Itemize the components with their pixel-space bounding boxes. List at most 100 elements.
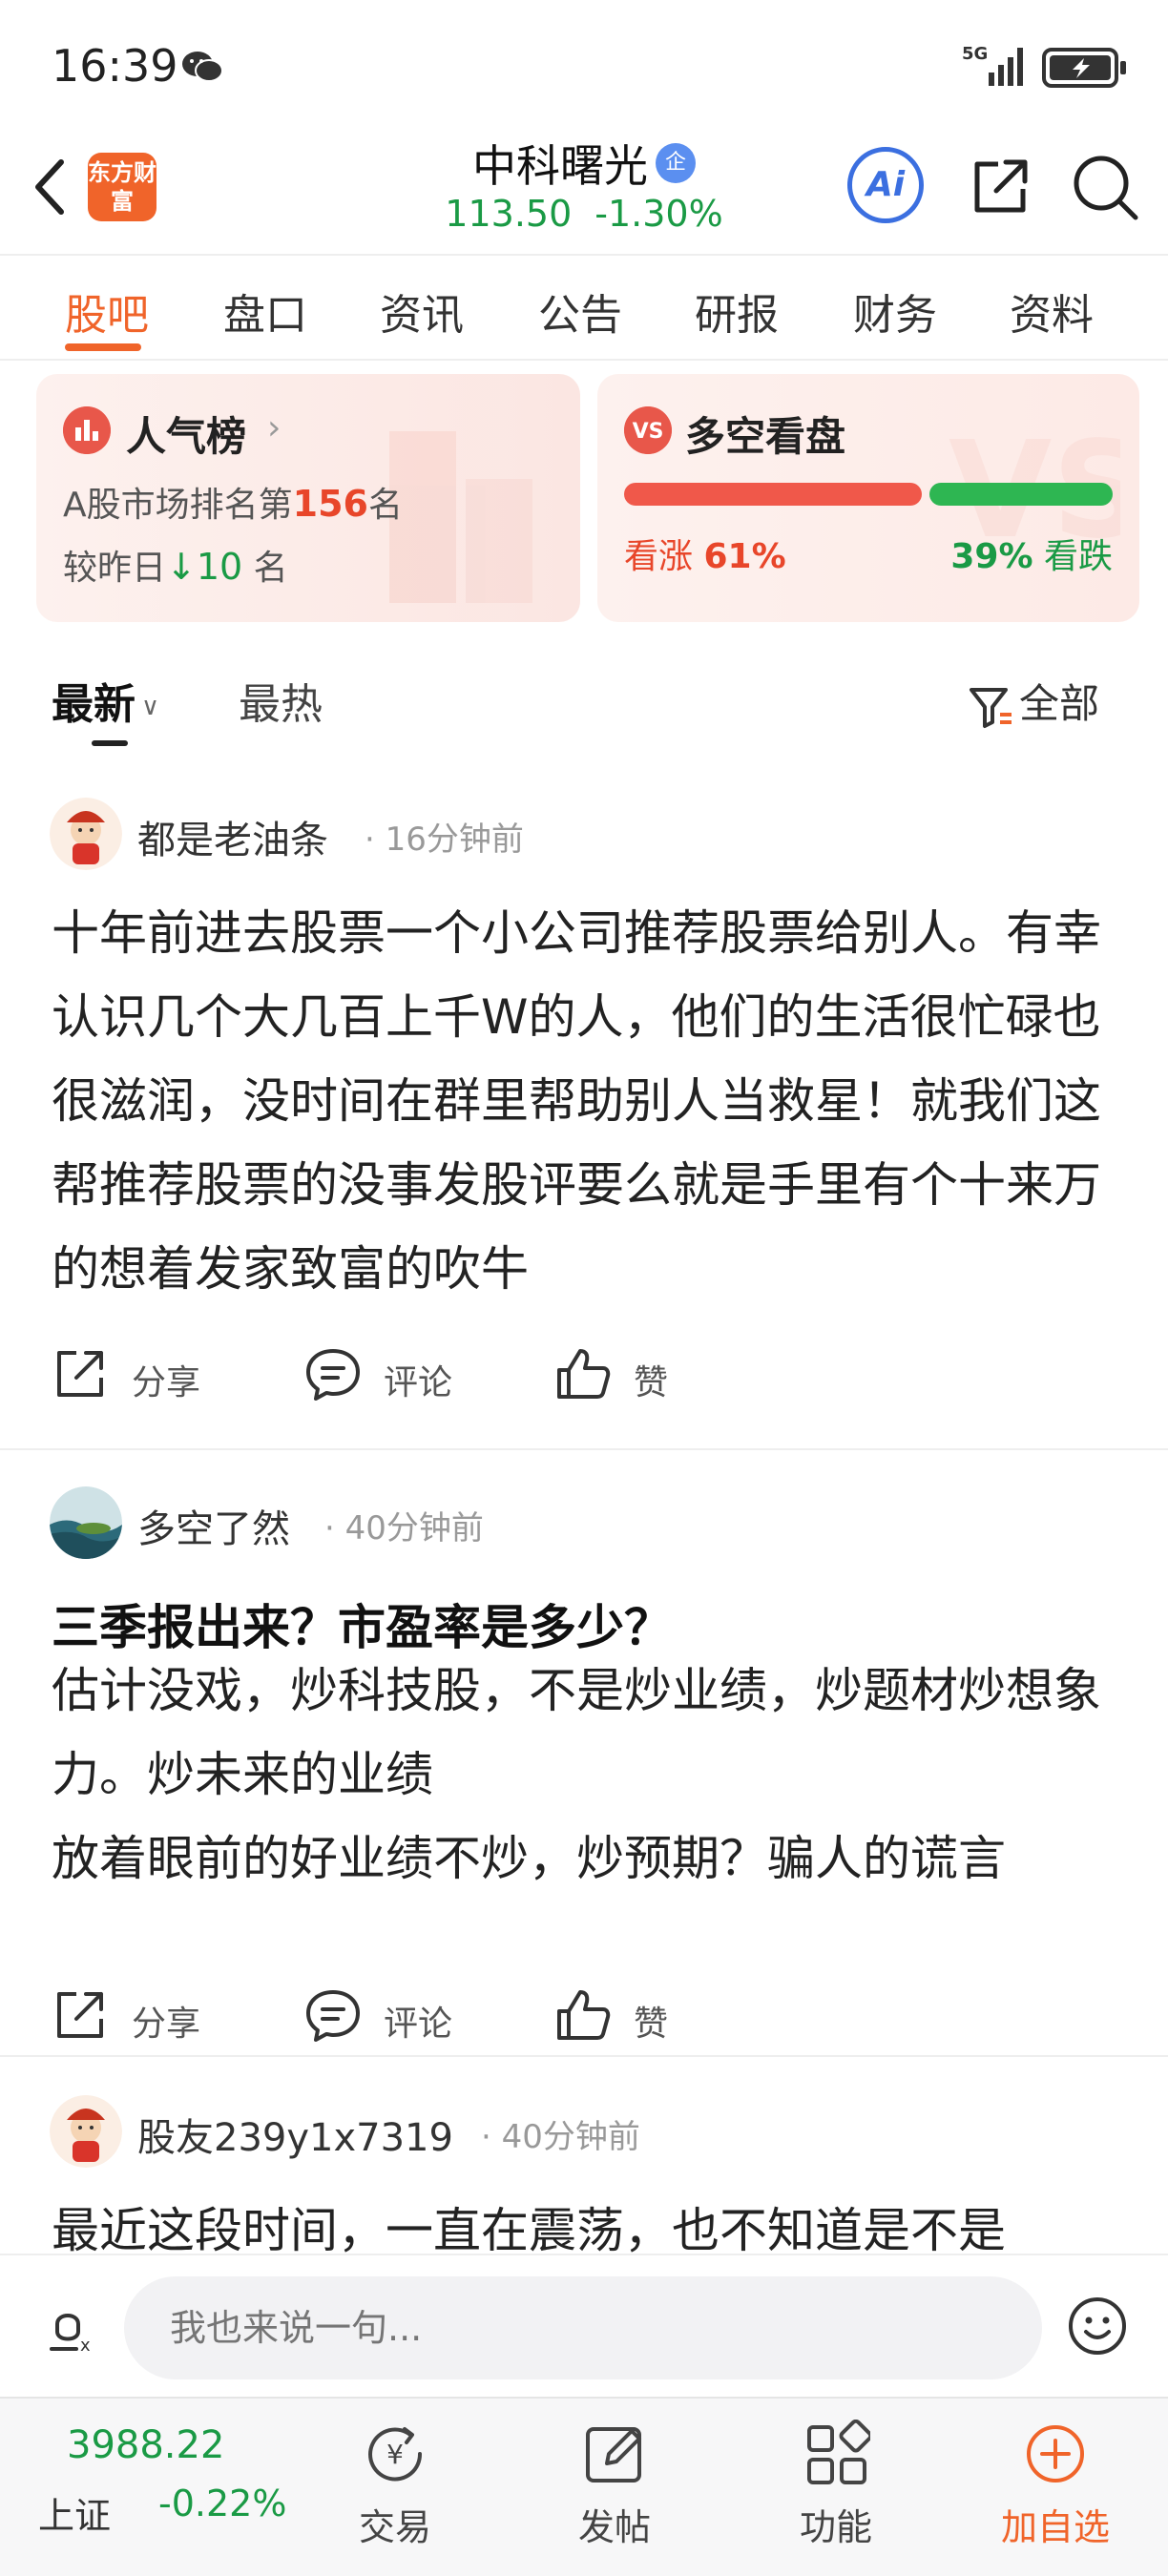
like-label: 赞 bbox=[634, 1363, 669, 1402]
chevron-right-icon: › bbox=[267, 408, 282, 447]
popularity-chart-icon bbox=[63, 406, 111, 454]
bottom-bar: 3988.22 上证 -0.22% ¥ 交易 发帖 功能 加自选 bbox=[0, 2397, 1168, 2576]
svg-text:¥: ¥ bbox=[386, 2439, 404, 2470]
nav-functions[interactable]: 功能 bbox=[769, 2420, 903, 2563]
app-header: 东方财富 中科曙光企 113.50 -1.30% Ai bbox=[0, 124, 1168, 254]
comment-icon bbox=[306, 1990, 360, 2042]
signal-icon bbox=[989, 48, 1023, 86]
comment-label: 评论 bbox=[384, 1363, 453, 1402]
nav-add-watchlist-label: 加自选 bbox=[1000, 2506, 1110, 2548]
sort-hot-button[interactable]: 最热 bbox=[239, 670, 323, 731]
author-name[interactable]: 多空了然 bbox=[137, 1498, 290, 1553]
like-label: 赞 bbox=[634, 2005, 669, 2044]
nav-add-watchlist[interactable]: 加自选 bbox=[989, 2420, 1122, 2563]
popularity-card[interactable]: 人气榜 › A股市场排名第156名 较昨日↓10 名 bbox=[36, 374, 580, 622]
index-value[interactable]: 3988.22 bbox=[67, 2423, 224, 2467]
rank-change: 较昨日↓10 名 bbox=[63, 540, 288, 590]
sort-latest-label: 最新 bbox=[52, 680, 136, 729]
nav-functions-label: 功能 bbox=[799, 2506, 872, 2548]
sort-indicator bbox=[92, 740, 128, 746]
nav-trade[interactable]: ¥ 交易 bbox=[328, 2420, 462, 2563]
stock-tabs: 股吧 盘口 资讯 公告 研报 财务 资料 bbox=[0, 254, 1168, 361]
search-icon[interactable] bbox=[1069, 151, 1141, 223]
compose-icon bbox=[586, 2427, 641, 2483]
comment-icon bbox=[306, 1349, 360, 1401]
divider bbox=[0, 1448, 1168, 1450]
avatar[interactable] bbox=[50, 798, 122, 870]
share-label: 分享 bbox=[132, 2005, 201, 2044]
enterprise-badge: 企 bbox=[656, 143, 696, 183]
tab-forum[interactable]: 股吧 bbox=[65, 280, 149, 342]
bear-text: 看跌 bbox=[1043, 537, 1113, 576]
nav-trade-label: 交易 bbox=[358, 2506, 431, 2548]
share-label: 分享 bbox=[132, 1363, 201, 1402]
grid-icon bbox=[807, 2420, 870, 2484]
post-actions: 分享 评论 赞 bbox=[52, 1983, 910, 2049]
avatar[interactable] bbox=[50, 2095, 122, 2168]
ai-assistant-button[interactable]: Ai bbox=[847, 147, 924, 223]
tab-announcements[interactable]: 公告 bbox=[538, 280, 622, 342]
rank-prefix: A股市场排名第 bbox=[63, 486, 293, 525]
index-name[interactable]: 上证 bbox=[38, 2486, 111, 2539]
author-name[interactable]: 股友239y1x7319 bbox=[137, 2107, 453, 2162]
filter-button[interactable]: 全部 bbox=[968, 672, 1099, 730]
post-actions: 分享 评论 赞 bbox=[52, 1341, 910, 1408]
emoji-icon[interactable] bbox=[1067, 2296, 1128, 2357]
thumbs-up-icon bbox=[557, 1990, 611, 2040]
tab-news[interactable]: 资讯 bbox=[380, 280, 464, 342]
tab-research[interactable]: 研报 bbox=[695, 280, 779, 342]
add-circle-icon bbox=[1027, 2425, 1084, 2483]
filter-icon bbox=[970, 687, 1012, 728]
avatar[interactable] bbox=[50, 1486, 122, 1559]
bearish-label: 39% 看跌 bbox=[950, 529, 1113, 578]
trade-icon: ¥ bbox=[368, 2427, 423, 2482]
sentiment-card[interactable]: VS VS 多空看盘 看涨 61% 39% 看跌 bbox=[597, 374, 1139, 622]
bear-percent: 39% bbox=[950, 537, 1033, 576]
tab-finance[interactable]: 财务 bbox=[853, 280, 937, 342]
voice-input-icon[interactable]: x bbox=[38, 2296, 99, 2357]
tab-order-book[interactable]: 盘口 bbox=[223, 280, 307, 342]
status-bar: 16:39 5G bbox=[0, 0, 1168, 124]
sentiment-title: 多空看盘 bbox=[685, 413, 846, 460]
change-suffix: 名 bbox=[242, 549, 288, 588]
share-icon bbox=[57, 1351, 103, 1397]
vs-icon: VS bbox=[624, 406, 672, 454]
comment-bar: x bbox=[0, 2254, 1168, 2397]
bull-text: 看涨 bbox=[624, 537, 694, 576]
battery-icon bbox=[1042, 48, 1126, 88]
filter-label: 全部 bbox=[1019, 680, 1100, 727]
down-arrow-icon: ↓ bbox=[166, 546, 197, 588]
share-icon[interactable] bbox=[964, 151, 1036, 223]
market-rank: A股市场排名第156名 bbox=[63, 477, 403, 527]
comment-label: 评论 bbox=[384, 2005, 453, 2044]
stock-price: 113.50 bbox=[445, 193, 573, 235]
active-tab-indicator bbox=[65, 343, 141, 351]
nav-post[interactable]: 发帖 bbox=[548, 2420, 681, 2563]
stock-change: -1.30% bbox=[594, 193, 723, 235]
bullish-bar bbox=[624, 483, 922, 506]
change-value: 10 bbox=[196, 546, 243, 588]
thumbs-up-icon bbox=[557, 1349, 611, 1399]
status-time: 16:39 bbox=[52, 40, 178, 92]
comment-input[interactable] bbox=[124, 2276, 1042, 2379]
index-change[interactable]: -0.22% bbox=[158, 2483, 286, 2524]
bearish-bar bbox=[929, 483, 1113, 506]
sort-bar: 最新 ∨ 最热 全部 bbox=[0, 658, 1168, 754]
wechat-icon bbox=[182, 52, 223, 82]
stock-forum-screen: 16:39 5G 东方财富 中科曙光企 113.50 -1.30% Ai 股吧 … bbox=[0, 0, 1168, 2576]
sort-latest-button[interactable]: 最新 ∨ bbox=[52, 670, 159, 731]
popularity-title: 人气榜 bbox=[126, 413, 247, 460]
divider bbox=[0, 2055, 1168, 2057]
rank-suffix: 名 bbox=[367, 486, 403, 525]
change-prefix: 较昨日 bbox=[63, 549, 167, 588]
rank-value: 156 bbox=[292, 483, 368, 525]
post-content[interactable]: 十年前进去股票一个小公司推荐股票给别人。有幸认识几个大几百上千W的人，他们的生活… bbox=[52, 891, 1120, 1311]
stock-name: 中科曙光 bbox=[472, 140, 648, 192]
post-time: · 40分钟前 bbox=[481, 2118, 640, 2156]
author-name[interactable]: 都是老油条 bbox=[137, 809, 328, 864]
post-time: · 40分钟前 bbox=[324, 1509, 484, 1548]
svg-text:x: x bbox=[80, 2336, 91, 2356]
share-icon bbox=[57, 1992, 103, 2038]
post-content[interactable]: 估计没戏，炒科技股，不是炒业绩，炒题材炒想象力。炒未来的业绩 放着眼前的好业绩不… bbox=[52, 1649, 1120, 1901]
tab-profile[interactable]: 资料 bbox=[1010, 280, 1094, 342]
